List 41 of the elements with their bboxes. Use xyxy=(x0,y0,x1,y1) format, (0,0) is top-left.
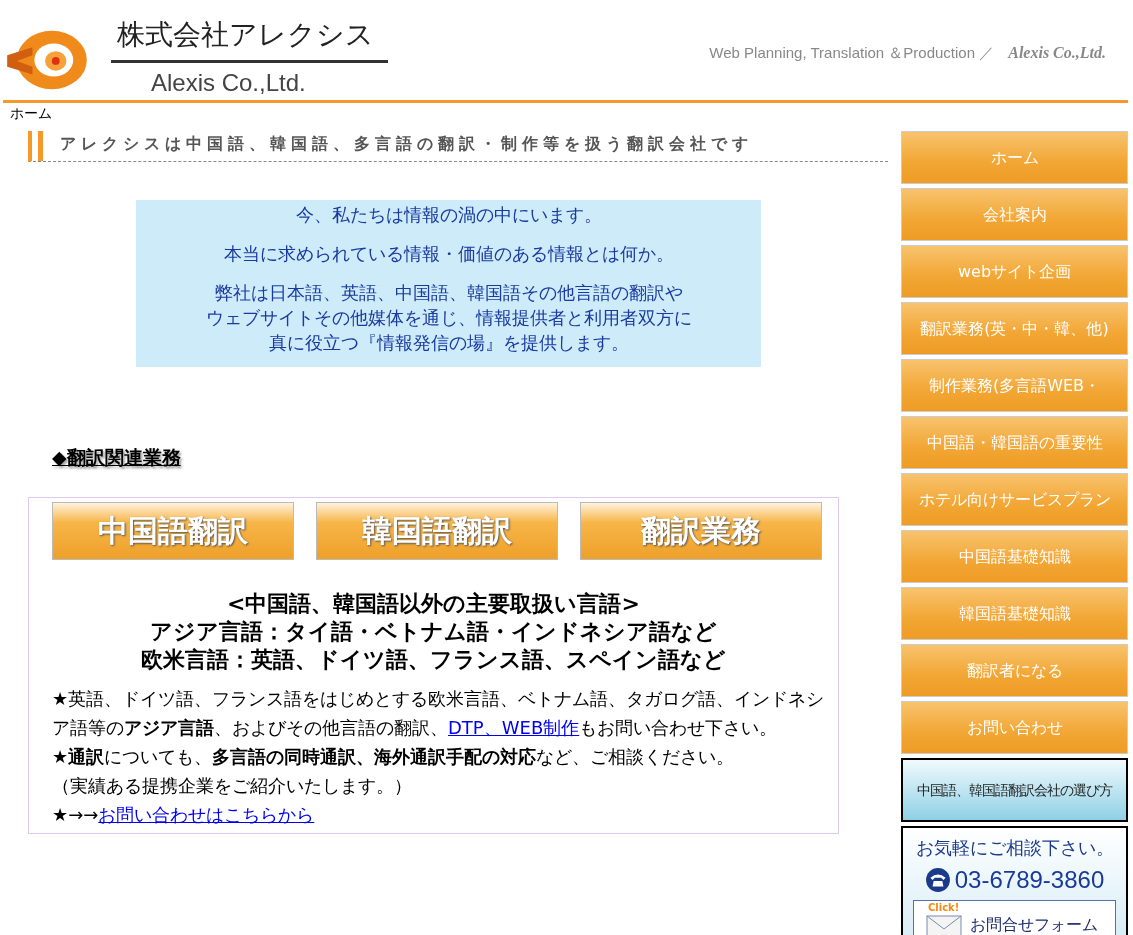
nav-item[interactable]: お問い合わせ xyxy=(901,701,1128,754)
nav-item[interactable]: 翻訳業務(英・中・韓、他) xyxy=(901,302,1128,355)
body-text: ★英語、ドイツ語、フランス語をはじめとする欧米言語、ベトナム語、タガログ語、インドネシア語等のアジア言語、およびその他言語の翻訳、DTP、WEB制作もお問い合わせ下さい。 xyxy=(52,687,826,740)
nav-item[interactable]: 翻訳者になる xyxy=(901,644,1128,697)
body-text: （実績ある提携企業をご紹介いたします。） xyxy=(52,774,413,798)
intro-text: 本当に求められている情報・価値のある情報とは何か。 xyxy=(222,242,675,266)
form-label: お問合せフォーム xyxy=(970,914,1098,935)
phone-icon xyxy=(924,867,951,893)
tagline: Web Planning, Translation ＆Production ／ xyxy=(709,44,995,63)
intro-text: 今、私たちは情報の渦の中にいます。 xyxy=(294,203,603,227)
language-heading: <中国語、韓国語以外の主要取扱い言語> xyxy=(226,590,641,618)
envelope-icon xyxy=(926,915,962,935)
nav-item[interactable]: 中国語・韓国語の重要性 xyxy=(901,416,1128,469)
contact-form-button[interactable]: Click! お問合せフォーム xyxy=(913,900,1116,935)
contact-heading: お気軽にご相談下さい。 xyxy=(914,836,1115,860)
company-name: 株式会社アレクシス xyxy=(111,16,388,63)
text-link[interactable]: DTP、WEB制作 xyxy=(448,717,580,738)
intro-text: 弊社は日本語、英語、中国語、韓国語その他言語の翻訳や ウェブサイトその他媒体を通じ、情報提供者と利用者双方に 真に役立つ『情報発信の場』を提供します。 xyxy=(204,281,693,355)
tagline-company: Alexis Co.,Ltd. xyxy=(1008,44,1106,62)
page-headline: アレクシスは中国語、韓国語、多言語の翻訳・制作等を扱う翻訳会社です xyxy=(28,131,888,162)
click-label: Click! xyxy=(928,902,960,913)
language-heading: アジア言語：タイ語・ベトナム語・インドネシア語など xyxy=(149,618,718,646)
nav-item[interactable]: ホテル向けサービスプラン xyxy=(901,473,1128,526)
nav-item[interactable]: 制作業務(多言語WEB・ xyxy=(901,359,1128,412)
service-button[interactable]: 翻訳業務 xyxy=(580,502,822,560)
language-heading: 欧米言語：英語、ドイツ語、フランス語、スペイン語など xyxy=(140,646,727,674)
breadcrumb-link[interactable]: ホーム xyxy=(10,105,52,123)
body-text: ★通訳についても、多言語の同時通訳、海外通訳手配の対応など、ご相談ください。 xyxy=(52,745,736,769)
banner-link[interactable]: 中国語、韓国語翻訳会社の選び方 xyxy=(903,760,1126,820)
nav-item[interactable]: webサイト企画 xyxy=(901,245,1128,298)
company-name-english: Alexis Co.,Ltd. xyxy=(150,68,307,97)
body-text: ★→→お問い合わせはこちらから xyxy=(52,803,316,827)
nav-item[interactable]: 中国語基礎知識 xyxy=(901,530,1128,583)
nav-item[interactable]: ホーム xyxy=(901,131,1128,184)
section-title: ◆翻訳関連業務 xyxy=(52,445,181,470)
service-button[interactable]: 韓国語翻訳 xyxy=(316,502,558,560)
text-link[interactable]: お問い合わせはこちらから xyxy=(98,804,315,825)
nav-item[interactable]: 会社案内 xyxy=(901,188,1128,241)
service-button[interactable]: 中国語翻訳 xyxy=(52,502,294,560)
phone-number: 03-6789-3860 xyxy=(954,866,1105,894)
nav-item[interactable]: 韓国語基礎知識 xyxy=(901,587,1128,640)
